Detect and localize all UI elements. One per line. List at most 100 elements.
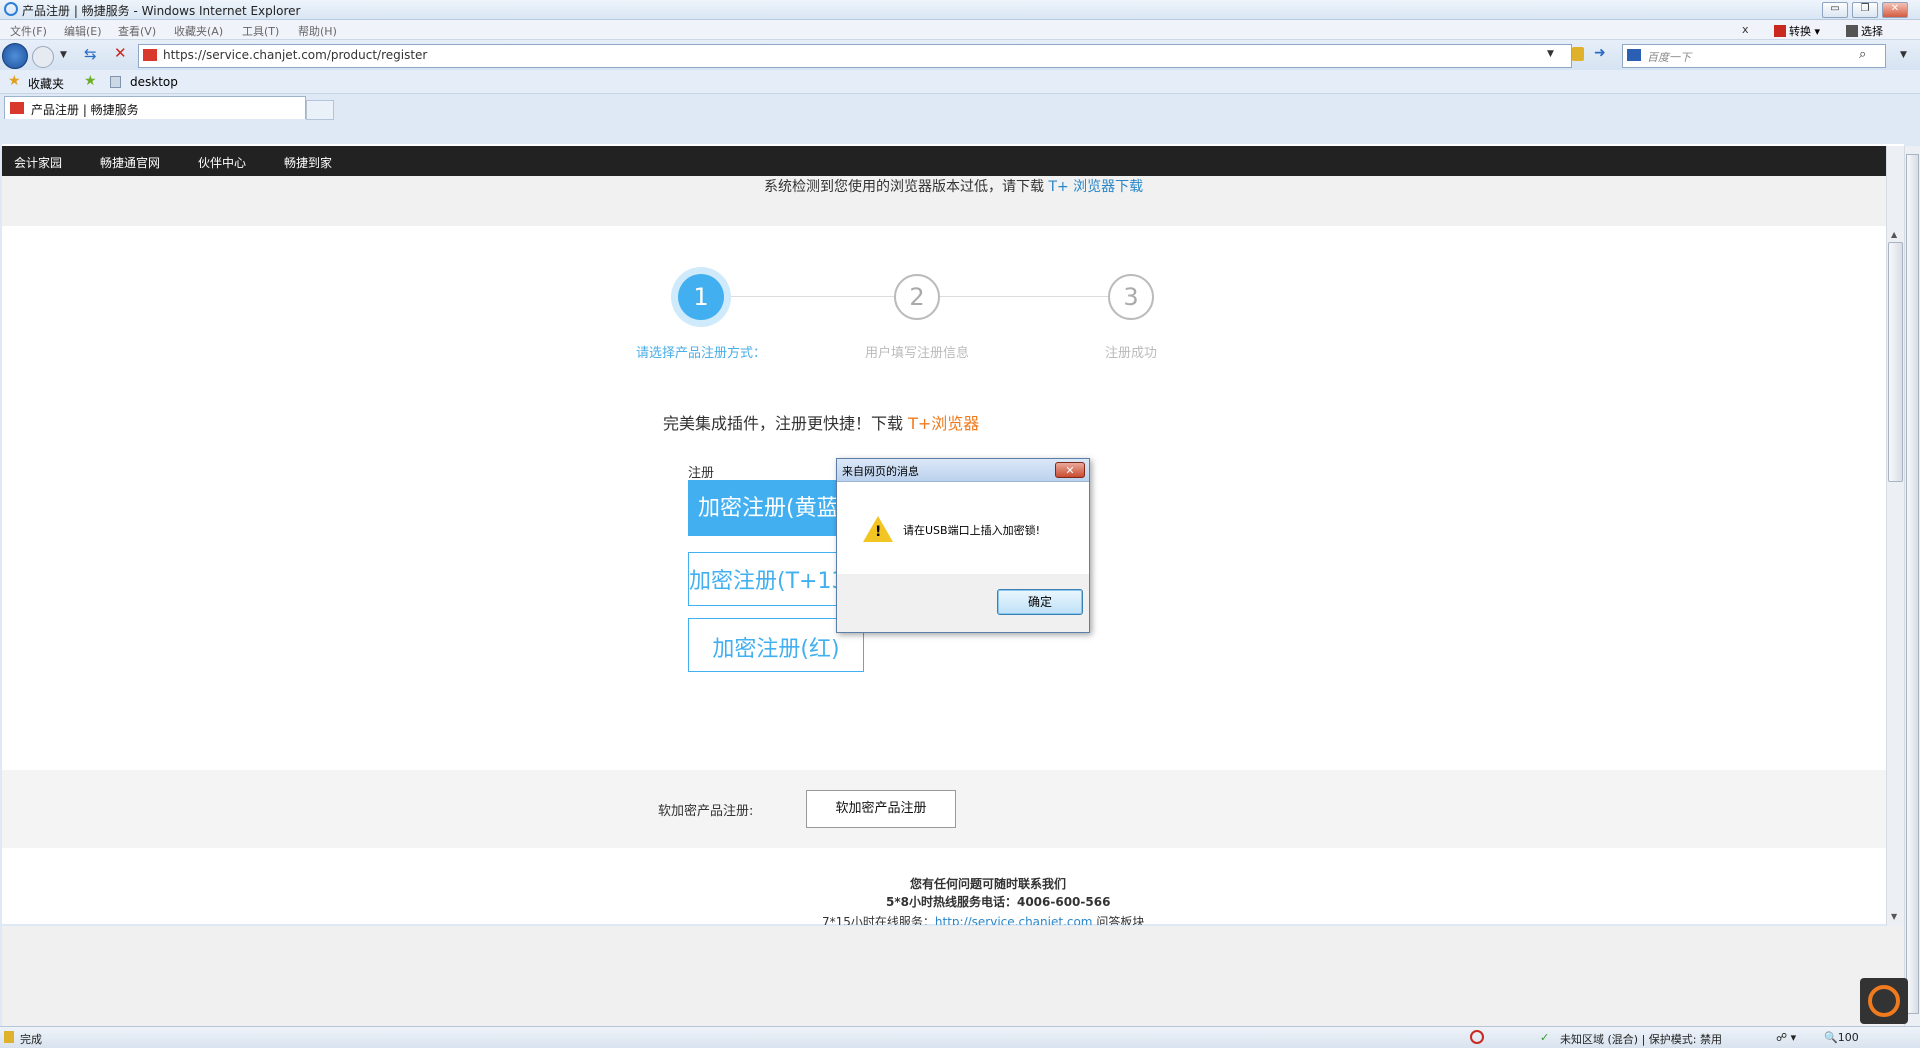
footer-online-service: 7*15小时在线服务：http://service.chanjet.com 问答… — [822, 913, 1144, 925]
dialog-titlebar: 来自网页的消息 ✕ — [837, 459, 1089, 482]
navigation-bar: ▼ ⇆ ✕ https://service.chanjet.com/produc… — [0, 40, 1920, 70]
dialog-close-button[interactable]: ✕ — [1055, 462, 1085, 478]
site-nav-accounting-home[interactable]: 会计家园 — [14, 154, 62, 171]
forward-arrow-icon[interactable] — [32, 46, 54, 68]
footer-hotline: 5*8小时热线服务电话：4006-600-566 — [886, 895, 1111, 909]
chanjet-tray-icon[interactable] — [1868, 985, 1900, 1017]
browser-download-link[interactable]: T+ 浏览器下载 — [1048, 179, 1143, 195]
soft-register-row: 软加密产品注册: 软加密产品注册 — [2, 770, 1888, 848]
convert-icon — [1774, 25, 1786, 37]
window-scroll-thumb[interactable] — [1906, 154, 1919, 1014]
convert-label: 转换 — [1789, 25, 1811, 38]
close-window-button[interactable]: ✕ — [1882, 2, 1908, 18]
address-url[interactable]: https://service.chanjet.com/product/regi… — [163, 48, 427, 62]
soft-register-button[interactable]: 软加密产品注册 — [806, 790, 956, 828]
window-titlebar: 产品注册 | 畅捷服务 - Windows Internet Explorer … — [0, 0, 1920, 20]
window-scrollbar[interactable] — [1904, 146, 1920, 1026]
dialog-body: ! 请在USB端口上插入加密锁! — [837, 482, 1089, 574]
step-1-label: 请选择产品注册方式： — [635, 346, 766, 361]
favorites-button[interactable]: 收藏夹 — [28, 75, 64, 92]
menu-favorites[interactable]: 收藏夹(A) — [174, 23, 223, 39]
privacy-icon[interactable] — [1470, 1030, 1484, 1044]
favorites-bar: ★ 收藏夹 ★ desktop — [0, 70, 1920, 94]
stop-icon[interactable]: ✕ — [114, 44, 127, 62]
site-nav-chanjet-home[interactable]: 畅捷到家 — [284, 154, 332, 171]
site-nav-partner-center[interactable]: 伙伴中心 — [198, 154, 246, 171]
history-dropdown-icon[interactable]: ▼ — [60, 50, 67, 60]
maximize-button[interactable]: ❐ — [1852, 2, 1878, 18]
menu-close-x[interactable]: x — [1742, 23, 1749, 36]
scroll-up-icon[interactable]: ▲ — [1891, 230, 1897, 239]
dialog-message: 请在USB端口上插入加密锁! — [903, 524, 1040, 537]
site-favicon — [143, 49, 157, 61]
step-1-circle: 1 — [678, 274, 724, 320]
status-page-icon — [4, 1031, 14, 1043]
lock-icon[interactable] — [1572, 47, 1584, 61]
menu-edit[interactable]: 编辑(E) — [64, 23, 102, 39]
menu-help[interactable]: 帮助(H) — [298, 23, 337, 39]
refresh-icon[interactable]: ⇆ — [84, 45, 97, 63]
minimize-button[interactable]: ▭ — [1822, 2, 1848, 18]
page-bottom-area — [2, 926, 1904, 1026]
menu-file[interactable]: 文件(F) — [10, 23, 47, 39]
go-arrow-icon[interactable]: ➜ — [1594, 45, 1606, 61]
browser-warning-text: 系统检测到您使用的浏览器版本过低，请下载 T+ 浏览器下载 — [764, 179, 1144, 195]
tab-bar: 产品注册 | 畅捷服务 — [0, 94, 1920, 120]
page-icon — [110, 76, 121, 88]
security-zone[interactable]: 未知区域 (混合) | 保护模式: 禁用 — [1560, 1031, 1722, 1047]
select-button[interactable]: 选择 — [1846, 23, 1883, 39]
soft-register-label: 软加密产品注册: — [658, 804, 754, 819]
search-box[interactable]: 百度一下 ⌕ — [1622, 44, 1886, 68]
status-bar: 完成 ✓ 未知区域 (混合) | 保护模式: 禁用 ☍ ▾ 🔍100 — [0, 1026, 1920, 1048]
tab-current[interactable]: 产品注册 | 畅捷服务 — [4, 96, 306, 119]
step-3-circle: 3 — [1108, 274, 1154, 320]
zoom-level[interactable]: 🔍100 — [1824, 1031, 1859, 1044]
check-icon: ✓ — [1540, 1031, 1550, 1044]
tab-favicon — [10, 102, 24, 114]
dialog-ok-button[interactable]: 确定 — [997, 589, 1083, 615]
ie-logo-icon — [4, 2, 18, 16]
site-nav: 会计家园 畅捷通官网 伙伴中心 畅捷到家 — [2, 146, 1904, 176]
tray-app[interactable] — [1860, 978, 1908, 1024]
warning-exclamation-icon: ! — [875, 524, 882, 540]
menu-bar: 文件(F) 编辑(E) 查看(V) 收藏夹(A) 工具(T) 帮助(H) x 转… — [0, 20, 1920, 40]
add-favorite-icon[interactable]: ★ — [84, 73, 97, 89]
new-tab-button[interactable] — [306, 100, 334, 120]
select-label: 选择 — [1861, 25, 1883, 38]
scroll-down-icon[interactable]: ▼ — [1891, 912, 1897, 921]
footer-contact-title: 您有任何问题可随时联系我们 — [910, 877, 1067, 891]
search-placeholder[interactable]: 百度一下 — [1647, 49, 1691, 65]
step-connector — [940, 296, 1108, 297]
convert-button[interactable]: 转换 ▾ — [1774, 23, 1820, 39]
dialog-title: 来自网页的消息 — [842, 465, 919, 478]
select-icon — [1846, 25, 1858, 37]
step-2-label: 用户填写注册信息 — [864, 346, 969, 361]
search-icon[interactable]: ⌕ — [1859, 47, 1866, 62]
tab-label: 产品注册 | 畅捷服务 — [31, 103, 139, 117]
page-scroll-thumb[interactable] — [1888, 242, 1903, 482]
step-connector — [730, 296, 894, 297]
register-label: 注册 — [688, 466, 715, 481]
site-nav-chanjet-official[interactable]: 畅捷通官网 — [100, 154, 160, 171]
back-arrow-icon[interactable] — [2, 43, 28, 69]
address-bar[interactable]: https://service.chanjet.com/product/regi… — [138, 44, 1572, 68]
favorites-star-icon: ★ — [8, 73, 21, 89]
address-dropdown-icon[interactable]: ▼ — [1547, 49, 1554, 59]
menu-view[interactable]: 查看(V) — [118, 23, 156, 39]
step-3-label: 注册成功 — [1104, 346, 1157, 361]
browser-warning-bar: 系统检测到您使用的浏览器版本过低，请下载 T+ 浏览器下载 — [2, 176, 1888, 226]
status-text: 完成 — [20, 1033, 42, 1046]
service-link[interactable]: http://service.chanjet.com — [935, 915, 1093, 925]
search-options-icon[interactable]: ▼ — [1900, 50, 1907, 60]
message-dialog: 来自网页的消息 ✕ ! 请在USB端口上插入加密锁! 确定 — [836, 458, 1090, 633]
zoom-icon: 🔍 — [1824, 1031, 1838, 1044]
page-scrollbar[interactable]: ▲ ▼ — [1886, 146, 1904, 926]
window-title: 产品注册 | 畅捷服务 - Windows Internet Explorer — [22, 4, 301, 18]
step-2-circle: 2 — [894, 274, 940, 320]
t-browser-link[interactable]: T+浏览器 — [908, 414, 979, 433]
menu-tools[interactable]: 工具(T) — [242, 23, 279, 39]
favorite-desktop-link[interactable]: desktop — [130, 75, 178, 89]
protected-mode-icon[interactable]: ☍ ▾ — [1776, 1031, 1796, 1044]
promo-text: 完美集成插件，注册更快捷！下载 T+浏览器 — [663, 414, 980, 433]
baidu-icon — [1627, 49, 1641, 61]
